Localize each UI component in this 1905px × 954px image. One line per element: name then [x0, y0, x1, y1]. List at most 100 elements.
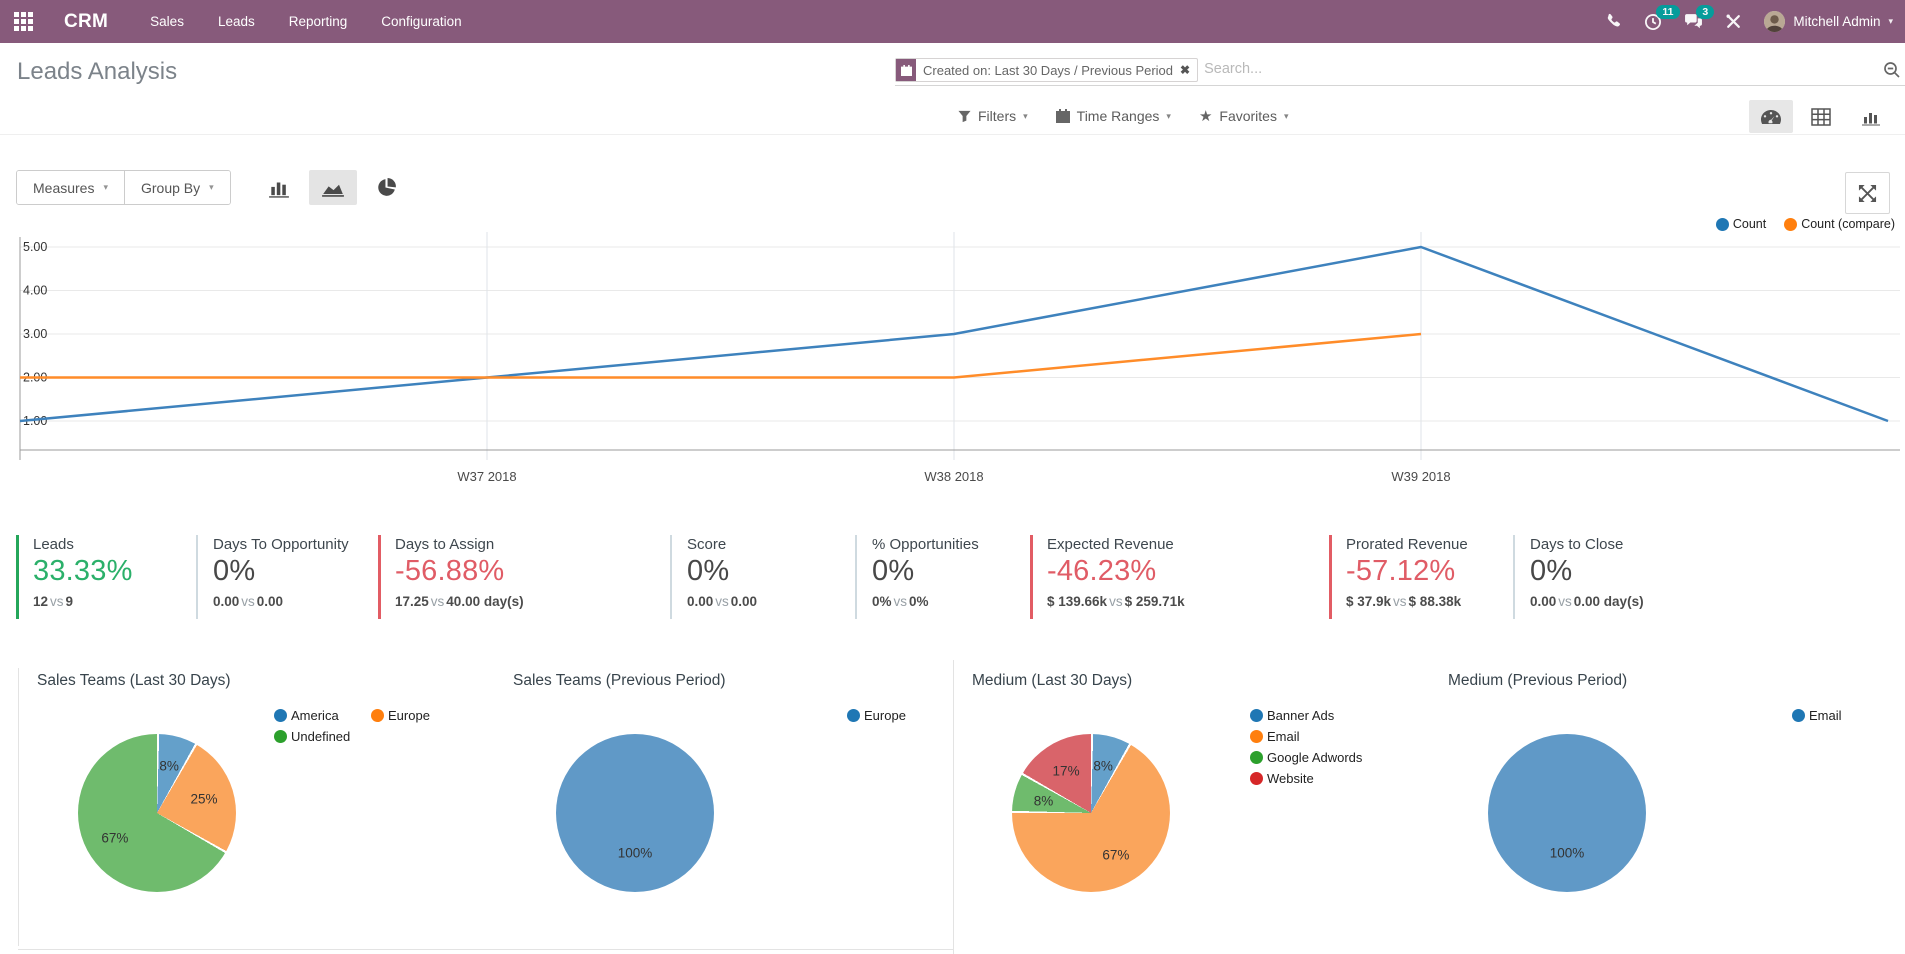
control-panel: Leads Analysis Created on: Last 30 Days … — [0, 43, 1905, 135]
kpi-card-expected-revenue: Expected Revenue -46.23% $ 139.66kvs$ 25… — [1030, 535, 1329, 619]
pivot-view-button[interactable] — [1799, 100, 1843, 133]
legend-item[interactable]: Email — [1250, 729, 1362, 744]
app-brand[interactable]: CRM — [64, 11, 108, 33]
chart-type-switcher — [255, 170, 411, 205]
legend-item[interactable]: Google Adwords — [1250, 750, 1362, 765]
gauge-icon — [1760, 107, 1782, 127]
legend-item[interactable]: Website — [1250, 771, 1362, 786]
calendar-icon — [896, 59, 916, 81]
legend-item[interactable]: Count (compare) — [1784, 217, 1895, 231]
group-by-button[interactable]: Group By ▾ — [124, 171, 230, 204]
phone-icon[interactable] — [1605, 13, 1622, 30]
menu-sales[interactable]: Sales — [148, 10, 186, 33]
measures-button[interactable]: Measures ▾ — [17, 171, 124, 204]
pie-title: Medium (Previous Period) — [1448, 672, 1627, 690]
expand-arrows-icon — [1858, 184, 1877, 203]
divider — [953, 660, 954, 954]
user-name: Mitchell Admin — [1793, 14, 1880, 29]
time-ranges-dropdown[interactable]: Time Ranges ▾ — [1056, 107, 1171, 125]
legend-item[interactable]: Email — [1792, 708, 1842, 723]
user-avatar — [1764, 11, 1785, 32]
view-switcher — [1749, 100, 1893, 133]
bar-chart-icon — [1861, 108, 1881, 126]
kpi-card-pct-opportunities: % Opportunities 0% 0%vs0% — [855, 535, 1030, 619]
pie-disc[interactable] — [78, 734, 236, 892]
kpi-card-prorated-revenue: Prorated Revenue -57.12% $ 37.9kvs$ 88.3… — [1329, 535, 1513, 619]
menu-configuration[interactable]: Configuration — [379, 10, 463, 33]
svg-text:5.00: 5.00 — [23, 240, 47, 254]
pie-medium-previous-period[interactable]: Medium (Previous Period) Email 100% — [1430, 660, 1905, 954]
pie-sales-teams-previous-period[interactable]: Sales Teams (Previous Period) Europe 100… — [476, 660, 953, 954]
pie-disc[interactable] — [1012, 734, 1170, 892]
pie-disc[interactable] — [556, 734, 714, 892]
favorites-dropdown[interactable]: ★ Favorites ▾ — [1199, 107, 1289, 125]
kpi-card-days-to-assign: Days to Assign -56.88% 17.25vs40.00 day(… — [378, 535, 670, 619]
svg-text:W39 2018: W39 2018 — [1391, 469, 1450, 484]
leads-line-chart[interactable]: W37 2018W38 2018W39 20185.004.003.002.00… — [0, 210, 1905, 500]
filters-dropdown[interactable]: Filters ▾ — [958, 107, 1028, 125]
messages-icon[interactable]: 3 — [1684, 13, 1703, 30]
bar-chart-type-button[interactable] — [255, 170, 303, 205]
apps-grid-icon — [14, 12, 33, 31]
pie-disc[interactable] — [1488, 734, 1646, 892]
pie-title: Sales Teams (Last 30 Days) — [37, 672, 231, 690]
pie-medium-last-30-days[interactable]: Medium (Last 30 Days) Banner Ads Email Goo… — [953, 660, 1430, 954]
legend-item[interactable]: Banner Ads — [1250, 708, 1362, 723]
pie-chart-type-button[interactable] — [363, 170, 411, 205]
menu-reporting[interactable]: Reporting — [287, 10, 350, 33]
tools-icon[interactable] — [1725, 13, 1742, 30]
search-bar: Created on: Last 30 Days / Previous Peri… — [895, 58, 1905, 86]
chevron-down-icon: ▾ — [209, 182, 214, 193]
slice-label: 25% — [191, 792, 218, 807]
line-chart-legend: Count Count (compare) — [1716, 217, 1895, 231]
top-navbar: CRM Sales Leads Reporting Configuration … — [0, 0, 1905, 43]
activities-clock-icon[interactable]: 11 — [1644, 13, 1662, 31]
user-menu[interactable]: Mitchell Admin ▾ — [1764, 11, 1893, 32]
chevron-down-icon: ▾ — [1284, 111, 1289, 122]
search-icon[interactable] — [1883, 61, 1901, 84]
chevron-down-icon: ▾ — [1166, 111, 1171, 122]
bar-chart-icon — [268, 178, 290, 198]
pie-legend: Email — [1792, 708, 1842, 729]
slice-label: 8% — [1034, 793, 1054, 808]
divider — [18, 668, 19, 946]
search-input[interactable] — [1198, 58, 1905, 80]
pie-legend: Europe — [847, 708, 906, 729]
search-facet[interactable]: Created on: Last 30 Days / Previous Peri… — [895, 58, 1198, 82]
chevron-down-icon: ▾ — [103, 182, 108, 193]
menu-leads[interactable]: Leads — [216, 10, 257, 33]
legend-item[interactable]: Europe — [371, 708, 430, 723]
line-chart-type-button[interactable] — [309, 170, 357, 205]
messages-count-badge: 3 — [1696, 5, 1714, 19]
kpi-card-score: Score 0% 0.00vs0.00 — [670, 535, 855, 619]
area-chart-icon — [321, 178, 345, 198]
pie-legend: AmericaEuropeUndefined — [274, 708, 430, 750]
pie-sales-teams-last-30-days[interactable]: Sales Teams (Last 30 Days) AmericaEurope… — [0, 660, 476, 954]
slice-label: 100% — [618, 845, 653, 860]
pie-chart-icon — [376, 177, 397, 198]
legend-item[interactable]: Count — [1716, 217, 1766, 231]
expand-button[interactable] — [1845, 172, 1890, 214]
graph-view-button[interactable] — [1849, 100, 1893, 133]
slice-label: 67% — [1102, 848, 1129, 863]
kpi-card-leads: Leads 33.33% 12vs9 — [16, 535, 196, 619]
pie-title: Sales Teams (Previous Period) — [513, 672, 726, 690]
legend-item[interactable]: America — [274, 708, 371, 723]
slice-label: 8% — [159, 758, 179, 773]
legend-item[interactable]: Europe — [847, 708, 906, 723]
legend-item[interactable]: Undefined — [274, 729, 371, 744]
pie-title: Medium (Last 30 Days) — [972, 672, 1132, 690]
facet-remove-icon[interactable]: ✖ — [1180, 59, 1197, 81]
facet-label: Created on: Last 30 Days / Previous Peri… — [916, 59, 1180, 81]
slice-label: 100% — [1550, 845, 1585, 860]
dashboard-view-button[interactable] — [1749, 100, 1793, 133]
slice-label: 67% — [101, 830, 128, 845]
chevron-down-icon: ▾ — [1888, 16, 1893, 27]
crm-leads-analysis-screen: CRM Sales Leads Reporting Configuration … — [0, 0, 1905, 954]
svg-text:4.00: 4.00 — [23, 284, 47, 298]
main-menu: Sales Leads Reporting Configuration — [148, 10, 463, 33]
chevron-down-icon: ▾ — [1023, 111, 1028, 122]
slice-label: 8% — [1093, 758, 1113, 773]
apps-menu-button[interactable] — [0, 0, 46, 43]
divider — [18, 949, 953, 950]
